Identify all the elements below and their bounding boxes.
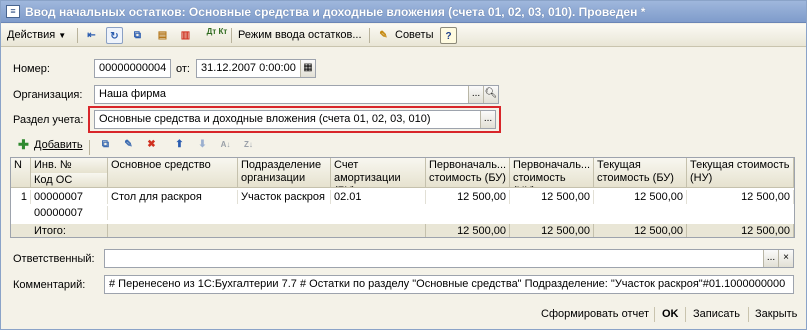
- responsible-field[interactable]: ... ×: [104, 249, 794, 268]
- arrow-down-icon[interactable]: ⬇: [194, 136, 211, 153]
- number-field[interactable]: 00000000004: [94, 59, 171, 78]
- tips-button[interactable]: Советы: [395, 26, 433, 45]
- cell-current-cost-bu: 12 500,00: [594, 190, 687, 204]
- total-initial-cost-nu: 12 500,00: [510, 224, 594, 237]
- responsible-label: Ответственный:: [13, 253, 95, 265]
- sort-ascending-icon[interactable]: A↓: [217, 136, 234, 153]
- dtkt-postings-icon[interactable]: Дт Кт: [206, 27, 228, 44]
- post-document-icon[interactable]: ▤: [154, 27, 171, 44]
- cell-current-cost-nu: 12 500,00: [687, 190, 794, 204]
- date-label: от:: [176, 63, 190, 75]
- totals-label-cell: Итого:: [11, 224, 108, 237]
- unpost-document-icon[interactable]: ▥: [177, 27, 194, 44]
- footer-separator: [685, 307, 686, 322]
- assets-table: N Инв. № Код ОС Основное средство Подраз…: [10, 157, 795, 238]
- document-window: ≡ Ввод начальных остатков: Основные сред…: [0, 0, 807, 330]
- cell-asset: Стол для раскроя: [108, 190, 238, 204]
- comment-field[interactable]: # Перенесено из 1С:Бухгалтерии 7.7 # Ост…: [104, 275, 794, 294]
- col-header-initial-cost-nu[interactable]: Первоначаль... стоимость (НУ): [510, 158, 594, 188]
- organization-label: Организация:: [13, 89, 83, 101]
- sort-descending-icon[interactable]: Z↓: [240, 136, 257, 153]
- cell-n: 1: [11, 190, 31, 204]
- toolbar-separator: [89, 140, 90, 155]
- cell-initial-cost-bu: 12 500,00: [426, 190, 510, 204]
- toolbar-separator: [369, 28, 370, 43]
- document-icon: ≡: [6, 5, 20, 18]
- section-select-button[interactable]: ...: [480, 111, 495, 128]
- col-header-department[interactable]: Подразделение организации: [238, 158, 331, 188]
- section-field[interactable]: Основные средства и доходные вложения (с…: [94, 110, 496, 129]
- totals-label: Итого:: [34, 225, 66, 237]
- refresh-icon[interactable]: ↻: [106, 27, 123, 44]
- totals-spacer: [108, 224, 426, 237]
- footer-separator: [748, 307, 749, 322]
- comment-label: Комментарий:: [13, 279, 86, 291]
- save-button[interactable]: Записать: [693, 304, 740, 325]
- number-label: Номер:: [13, 63, 50, 75]
- calendar-icon[interactable]: ▦: [300, 60, 315, 77]
- cell-department: Участок раскроя: [238, 190, 331, 204]
- cell-code: 00000007: [31, 206, 108, 220]
- col-header-asset[interactable]: Основное средство: [108, 158, 238, 188]
- arrow-up-icon[interactable]: ⬆: [171, 136, 188, 153]
- section-value: Основные средства и доходные вложения (с…: [99, 113, 431, 125]
- tips-icon[interactable]: ✎: [375, 27, 392, 44]
- close-button[interactable]: Закрыть: [755, 304, 797, 325]
- input-mode-button[interactable]: Режим ввода остатков...: [238, 26, 362, 45]
- col-header-code[interactable]: Код ОС: [31, 173, 108, 188]
- date-field[interactable]: 31.12.2007 0:00:00 ▦: [196, 59, 316, 78]
- delete-row-icon[interactable]: ✖: [143, 136, 160, 153]
- help-button[interactable]: ?: [440, 27, 457, 44]
- search-icon[interactable]: 🔍︎: [483, 86, 498, 103]
- chevron-down-icon: ▼: [58, 31, 67, 40]
- toolbar-separator: [231, 28, 232, 43]
- section-label: Раздел учета:: [13, 114, 84, 126]
- cell-account: 02.01: [331, 190, 426, 204]
- cell-initial-cost-nu: 12 500,00: [510, 190, 594, 204]
- responsible-select-button[interactable]: ...: [763, 250, 778, 267]
- generate-report-button[interactable]: Сформировать отчет: [541, 304, 649, 325]
- footer-separator: [654, 307, 655, 322]
- move-first-icon[interactable]: ⇤: [83, 27, 100, 44]
- clear-icon[interactable]: ×: [778, 250, 793, 267]
- copy-row-icon[interactable]: ⧉: [97, 136, 114, 153]
- ok-button[interactable]: OK: [662, 304, 679, 325]
- col-header-inv[interactable]: Инв. №: [31, 158, 108, 173]
- organization-value: Наша фирма: [99, 88, 167, 100]
- col-header-account[interactable]: Счет амортизации (БУ): [331, 158, 426, 188]
- total-initial-cost-bu: 12 500,00: [426, 224, 510, 237]
- actions-menu-button[interactable]: Действия ▼: [7, 26, 66, 45]
- col-header-current-cost-bu[interactable]: Текущая стоимость (БУ): [594, 158, 687, 188]
- actions-label: Действия: [7, 29, 56, 41]
- select-button[interactable]: ...: [468, 86, 483, 103]
- window-title: Ввод начальных остатков: Основные средст…: [25, 5, 646, 19]
- cell-inv: 00000007: [31, 190, 108, 204]
- col-header-current-cost-nu[interactable]: Текущая стоимость (НУ): [687, 158, 794, 188]
- date-value: 31.12.2007 0:00:00: [201, 62, 296, 74]
- organization-field[interactable]: Наша фирма ... 🔍︎: [94, 85, 499, 104]
- toolbar: Действия ▼ ⇤ ↻ ⧉ ▤ ▥ Дт Кт Режим ввода о…: [1, 24, 806, 47]
- add-row-button[interactable]: Добавить: [34, 139, 83, 151]
- toolbar-separator: [77, 28, 78, 43]
- col-header-initial-cost-bu[interactable]: Первоначаль... стоимость (БУ): [426, 158, 510, 188]
- total-current-cost-nu: 12 500,00: [687, 224, 794, 237]
- add-row-icon[interactable]: ✚: [15, 136, 32, 153]
- col-header-n[interactable]: N: [11, 158, 31, 188]
- total-current-cost-bu: 12 500,00: [594, 224, 687, 237]
- copy-document-icon[interactable]: ⧉: [129, 27, 146, 44]
- edit-row-icon[interactable]: ✎: [120, 136, 137, 153]
- title-bar: ≡ Ввод начальных остатков: Основные сред…: [1, 1, 806, 23]
